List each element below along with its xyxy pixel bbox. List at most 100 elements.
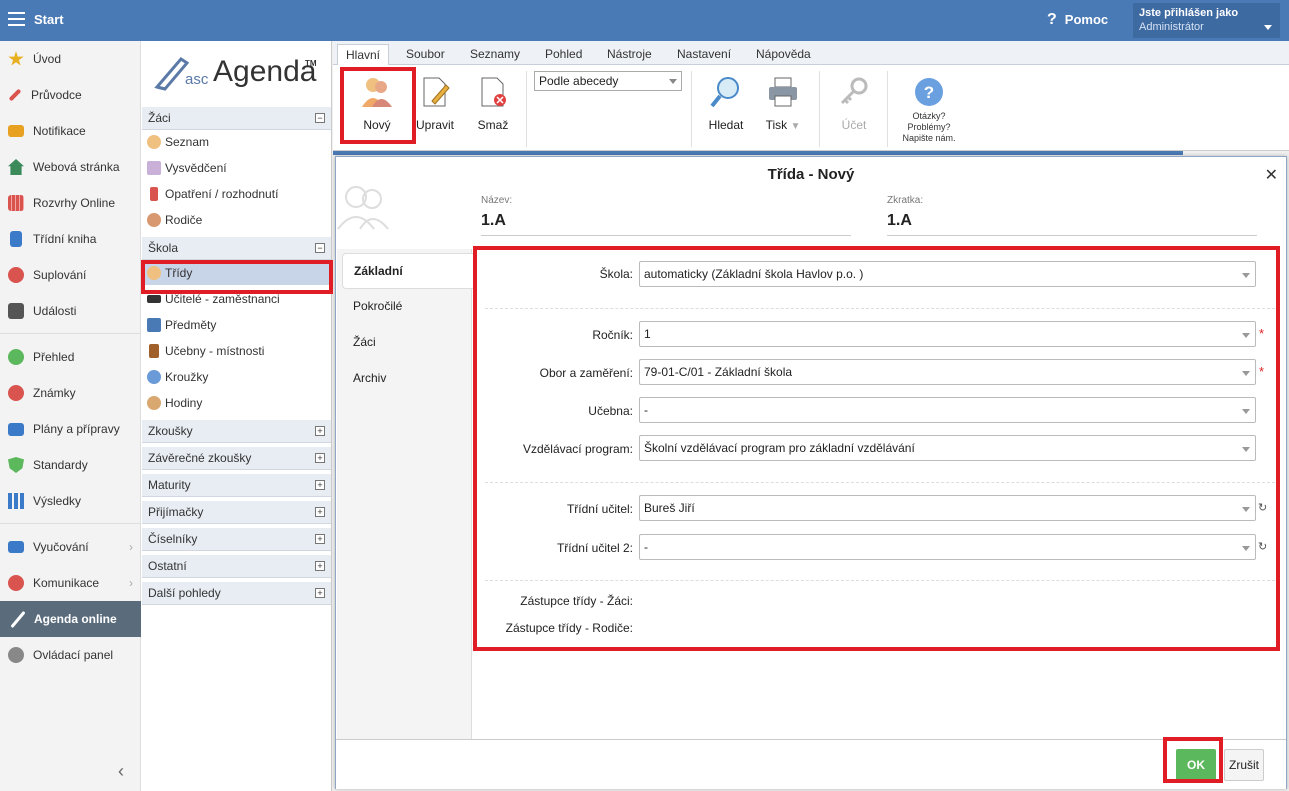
group-zkousky[interactable]: Zkoušky + xyxy=(142,419,331,443)
group-skola[interactable]: Škola − xyxy=(142,236,331,260)
class-teacher-2-value: - xyxy=(644,540,648,554)
nav-item-ovladaci-panel[interactable]: Ovládací panel xyxy=(0,637,141,673)
tree-item-hodiny[interactable]: Hodiny xyxy=(145,391,331,415)
print-button[interactable]: Tisk ▼ xyxy=(755,75,811,145)
tree-item-seznam[interactable]: Seznam xyxy=(145,130,331,154)
tree-item-opatreni[interactable]: Opatření / rozhodnutí xyxy=(145,182,331,206)
group-zaci[interactable]: Žáci − xyxy=(142,106,331,130)
hamburger-menu-icon[interactable] xyxy=(8,12,25,26)
tab-pokrocile[interactable]: Pokročilé xyxy=(342,289,472,325)
nav-label: Výsledky xyxy=(33,494,82,508)
nav-item-plany-a-pripravy[interactable]: Plány a přípravy xyxy=(0,411,141,447)
tab-zakladni[interactable]: Základní xyxy=(342,253,473,289)
class-teacher-select[interactable]: Bureš Jiří xyxy=(639,495,1256,521)
expand-icon[interactable]: + xyxy=(315,453,325,463)
expand-icon[interactable]: + xyxy=(315,480,325,490)
tree-item-krouzky[interactable]: Kroužky xyxy=(145,365,331,389)
student-icon xyxy=(147,135,161,149)
class-teacher-2-select[interactable]: - xyxy=(639,534,1256,560)
refresh-icon[interactable]: ↻ xyxy=(1258,501,1267,514)
nav-item-rozvrhy-online[interactable]: Rozvrhy Online xyxy=(0,185,141,221)
edit-label: Upravit xyxy=(415,118,454,132)
help-contact-button[interactable]: ? Otázky? Problémy? Napište nám. xyxy=(891,77,967,144)
abbr-value[interactable]: 1.A xyxy=(887,212,912,230)
refresh-icon[interactable]: ↻ xyxy=(1258,540,1267,553)
start-link[interactable]: Start xyxy=(34,12,64,27)
nav-item-suplovani[interactable]: Suplování xyxy=(0,257,141,293)
expand-icon[interactable]: + xyxy=(315,426,325,436)
subject-book-icon xyxy=(147,318,161,332)
delete-button[interactable]: Smaž xyxy=(465,75,521,145)
tab-soubor[interactable]: Soubor xyxy=(398,44,453,65)
group-prijimacky[interactable]: Přijímačky + xyxy=(142,500,331,524)
tab-archiv[interactable]: Archiv xyxy=(342,361,472,397)
nav-item-agenda-online[interactable]: Agenda online xyxy=(0,601,141,637)
nav-item-webova-stranka[interactable]: Webová stránka xyxy=(0,149,141,185)
print-label-wrap: Tisk ▼ xyxy=(755,118,811,132)
expand-icon[interactable]: + xyxy=(315,561,325,571)
nav-item-vysledky[interactable]: Výsledky xyxy=(0,483,141,519)
tab-hlavni[interactable]: Hlavní xyxy=(337,44,390,65)
nav-item-znamky[interactable]: Známky xyxy=(0,375,141,411)
program-select[interactable]: Školní vzdělávací program pro základní v… xyxy=(639,435,1256,461)
help-link[interactable]: ? Pomoc xyxy=(1047,11,1108,29)
edit-button[interactable]: Upravit xyxy=(407,75,463,145)
grade-icon xyxy=(8,385,24,401)
expand-icon[interactable]: + xyxy=(315,534,325,544)
account-button[interactable]: Účet xyxy=(826,75,882,145)
sort-select[interactable]: Podle abecedy xyxy=(534,71,682,91)
nav-item-notifikace[interactable]: Notifikace xyxy=(0,113,141,149)
name-value[interactable]: 1.A xyxy=(481,212,506,230)
tree-item-ucitele[interactable]: Učitelé - zaměstnanci xyxy=(145,287,331,311)
classroom-select[interactable]: - xyxy=(639,397,1256,423)
collapse-icon[interactable]: − xyxy=(315,243,325,253)
tab-nastaveni[interactable]: Nastavení xyxy=(669,44,739,65)
tab-nastroje[interactable]: Nástroje xyxy=(599,44,660,65)
delete-document-icon xyxy=(481,77,506,107)
nav-item-udalosti[interactable]: Události xyxy=(0,293,141,329)
nav-item-komunikace[interactable]: Komunikace › xyxy=(0,565,141,601)
chevron-down-icon xyxy=(669,79,677,84)
print-dropdown-icon[interactable]: ▼ xyxy=(791,121,801,132)
tree-item-tridy[interactable]: Třídy xyxy=(145,261,331,285)
chevron-right-icon: › xyxy=(129,576,133,590)
group-label: Číselníky xyxy=(148,532,198,546)
expand-icon[interactable]: + xyxy=(315,588,325,598)
nav-item-uvod[interactable]: Úvod xyxy=(0,41,141,77)
group-ostatni[interactable]: Ostatní + xyxy=(142,554,331,578)
nav-item-pruvodce[interactable]: Průvodce xyxy=(0,77,141,113)
grade-select[interactable]: 1 xyxy=(639,321,1256,347)
close-icon[interactable]: ✕ xyxy=(1265,165,1278,185)
ok-button[interactable]: OK xyxy=(1176,749,1216,781)
tree-item-ucebny[interactable]: Učebny - místnosti xyxy=(145,339,331,363)
group-maturity[interactable]: Maturity + xyxy=(142,473,331,497)
chevron-right-icon: › xyxy=(129,540,133,554)
search-button[interactable]: Hledat xyxy=(698,75,754,145)
tab-seznamy[interactable]: Seznamy xyxy=(462,44,528,65)
collapse-icon[interactable]: − xyxy=(315,113,325,123)
tab-pohled[interactable]: Pohled xyxy=(537,44,590,65)
tree-item-vysvedceni[interactable]: Vysvědčení xyxy=(145,156,331,180)
tab-napoveda[interactable]: Nápověda xyxy=(748,44,819,65)
tree-item-predmety[interactable]: Předměty xyxy=(145,313,331,337)
cancel-button[interactable]: Zrušit xyxy=(1224,749,1264,781)
nav-item-standardy[interactable]: Standardy xyxy=(0,447,141,483)
nav-item-prehled[interactable]: Přehled xyxy=(0,339,141,375)
new-button[interactable]: Nový xyxy=(349,75,405,145)
tree-item-rodice[interactable]: Rodiče xyxy=(145,208,331,232)
field-select[interactable]: 79-01-C/01 - Základní škola xyxy=(639,359,1256,385)
group-ciselniky[interactable]: Číselníky + xyxy=(142,527,331,551)
collapse-sidebar-icon[interactable]: ‹ xyxy=(118,761,124,782)
school-select[interactable]: automaticky (Základní škola Havlov p.o. … xyxy=(639,261,1256,287)
group-dalsi-pohledy[interactable]: Další pohledy + xyxy=(142,581,331,605)
tab-zaci[interactable]: Žáci xyxy=(342,325,472,361)
nav-item-tridni-kniha[interactable]: Třídní kniha xyxy=(0,221,141,257)
expand-icon[interactable]: + xyxy=(315,507,325,517)
logo-prefix: asc xyxy=(185,71,209,88)
user-menu[interactable]: Jste přihlášen jako Administrátor xyxy=(1133,3,1280,38)
required-marker: * xyxy=(1259,364,1265,379)
nav-item-vyucovani[interactable]: Vyučování › xyxy=(0,529,141,565)
group-zaverecne-zkousky[interactable]: Závěrečné zkoušky + xyxy=(142,446,331,470)
name-label: Název: xyxy=(481,195,513,206)
tree-item-label: Předměty xyxy=(165,318,217,332)
